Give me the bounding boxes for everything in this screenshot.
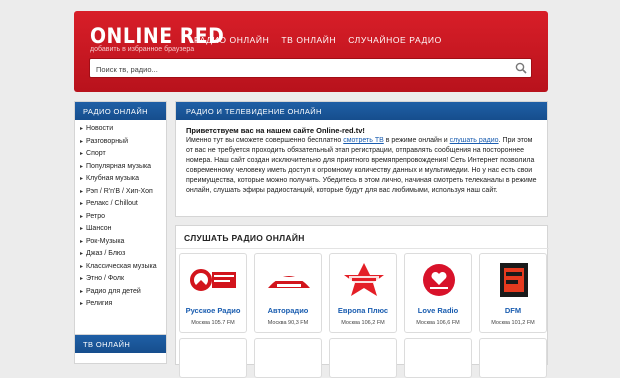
avtoradio-logo-graphic bbox=[268, 276, 310, 288]
station-name: Love Radio bbox=[417, 306, 459, 315]
stations-title: СЛУШАТЬ РАДИО ОНЛАЙН bbox=[184, 233, 305, 243]
search-input[interactable] bbox=[90, 60, 500, 79]
avtoradio-logo bbox=[265, 260, 313, 300]
sidebar-item-classical[interactable]: Классическая музыка bbox=[80, 261, 166, 274]
sidebar-item-religion[interactable]: Религия bbox=[80, 298, 166, 311]
love-radio-logo bbox=[415, 260, 463, 300]
intro-text-3: . При этом от вас не требуется проходить… bbox=[186, 137, 537, 194]
station-card-next-1[interactable] bbox=[179, 338, 247, 378]
station-grid: Русское Радио Москва 105.7 FM Авторадио … bbox=[179, 253, 547, 333]
sidebar-item-jazz[interactable]: Джаз / Блюз bbox=[80, 248, 166, 261]
nav-tv-online[interactable]: ТВ ОНЛАЙН bbox=[281, 35, 336, 45]
sidebar-item-rap[interactable]: Рэп / R'n'B / Хип-Хоп bbox=[80, 186, 166, 199]
intro-text-2: в режиме онлайн и bbox=[383, 137, 450, 144]
intro-panel: РАДИО И ТЕЛЕВИДЕНИЕ ОНЛАЙН Приветствуем … bbox=[175, 101, 548, 217]
station-name: Авторадио bbox=[267, 306, 309, 315]
top-nav: РАДИО ОНЛАЙН ТВ ОНЛАЙН СЛУЧАЙНОЕ РАДИО bbox=[194, 35, 442, 45]
watch-tv-link[interactable]: смотреть ТВ bbox=[343, 137, 384, 144]
station-card-russkoe[interactable]: Русское Радио Москва 105.7 FM bbox=[179, 253, 247, 333]
nav-radio-online[interactable]: РАДИО ОНЛАЙН bbox=[194, 35, 269, 45]
station-frequency: Москва 106,2 FM bbox=[341, 320, 385, 326]
station-card-next-5[interactable] bbox=[479, 338, 547, 378]
station-frequency: Москва 101,2 FM bbox=[491, 320, 535, 326]
intro-text-1: Именно тут вы сможете совершенно бесплат… bbox=[186, 137, 344, 144]
station-card-dfm[interactable]: DFM Москва 101,2 FM bbox=[479, 253, 547, 333]
love-radio-logo-graphic bbox=[423, 264, 455, 296]
station-frequency: Москва 106,6 FM bbox=[416, 320, 460, 326]
add-to-favorites-link[interactable]: добавить в избранное браузера bbox=[90, 46, 194, 53]
sidebar-item-retro[interactable]: Ретро bbox=[80, 211, 166, 224]
russkoe-radio-logo-graphic bbox=[190, 269, 236, 291]
dfm-logo-graphic bbox=[500, 263, 528, 297]
europa-plus-logo bbox=[340, 260, 388, 300]
search-bar bbox=[89, 58, 532, 79]
sidebar-item-rock[interactable]: Рок-Музыка bbox=[80, 236, 166, 249]
station-card-avtoradio[interactable]: Авторадио Москва 90,3 FM bbox=[254, 253, 322, 333]
sidebar-tv: ТВ ОНЛАЙН bbox=[74, 334, 167, 364]
listen-radio-link[interactable]: слушать радио bbox=[450, 137, 499, 144]
search-icon[interactable] bbox=[515, 62, 527, 74]
station-card-love[interactable]: Love Radio Москва 106,6 FM bbox=[404, 253, 472, 333]
station-name: Русское Радио bbox=[185, 306, 241, 315]
station-name: DFM bbox=[504, 306, 522, 315]
russkoe-radio-logo bbox=[190, 260, 238, 300]
sidebar-title: РАДИО ОНЛАЙН bbox=[75, 102, 166, 120]
station-grid-row-2 bbox=[179, 338, 547, 378]
stations-panel: СЛУШАТЬ РАДИО ОНЛАЙН Русское Радио Москв… bbox=[175, 225, 549, 378]
sidebar-item-talk[interactable]: Разговорный bbox=[80, 136, 166, 149]
divider bbox=[176, 248, 549, 249]
sidebar-tv-title: ТВ ОНЛАЙН bbox=[75, 335, 166, 353]
sidebar-item-pop[interactable]: Популярная музыка bbox=[80, 161, 166, 174]
sidebar-item-sport[interactable]: Спорт bbox=[80, 148, 166, 161]
sidebar-item-club[interactable]: Клубная музыка bbox=[80, 173, 166, 186]
nav-random-radio[interactable]: СЛУЧАЙНОЕ РАДИО bbox=[348, 35, 442, 45]
station-card-europa[interactable]: Европа Плюс Москва 106,2 FM bbox=[329, 253, 397, 333]
station-frequency: Москва 90,3 FM bbox=[267, 320, 309, 326]
sidebar-item-kids[interactable]: Радио для детей bbox=[80, 286, 166, 299]
station-card-next-4[interactable] bbox=[404, 338, 472, 378]
sidebar-item-ethno[interactable]: Этно / Фолк bbox=[80, 273, 166, 286]
sidebar-item-chanson[interactable]: Шансон bbox=[80, 223, 166, 236]
intro-greeting: Приветствуем вас на нашем сайте Online-r… bbox=[186, 126, 365, 135]
intro-title: РАДИО И ТЕЛЕВИДЕНИЕ ОНЛАЙН bbox=[176, 102, 547, 120]
sidebar-genre-list: Новости Разговорный Спорт Популярная муз… bbox=[75, 120, 166, 311]
station-card-next-3[interactable] bbox=[329, 338, 397, 378]
sidebar-item-chillout[interactable]: Релакс / Chillout bbox=[80, 198, 166, 211]
station-card-next-2[interactable] bbox=[254, 338, 322, 378]
sidebar-radio: РАДИО ОНЛАЙН Новости Разговорный Спорт П… bbox=[74, 101, 167, 340]
sidebar-item-news[interactable]: Новости bbox=[80, 123, 166, 136]
station-frequency: Москва 105.7 FM bbox=[191, 320, 235, 326]
site-header: ONLINE RED добавить в избранное браузера… bbox=[74, 11, 548, 92]
station-name: Европа Плюс bbox=[337, 306, 389, 315]
europa-plus-logo-graphic bbox=[344, 263, 384, 296]
dfm-logo bbox=[490, 260, 538, 300]
intro-text: Приветствуем вас на нашем сайте Online-r… bbox=[176, 120, 547, 196]
